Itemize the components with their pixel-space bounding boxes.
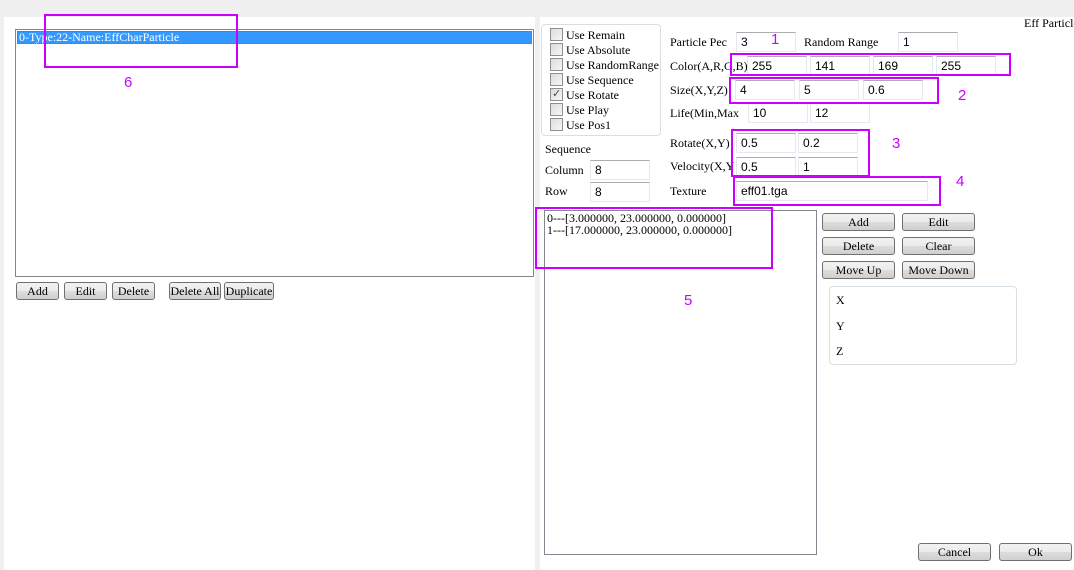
checkbox-box[interactable] [550, 73, 563, 86]
rotate-y-input[interactable]: 0.2 [798, 133, 858, 153]
effect-list-panel: 0-Type:22-Name:EffCharParticle Add Edit … [4, 17, 535, 570]
x-axis-label: X [836, 293, 845, 307]
texture-label: Texture [670, 184, 707, 198]
move-down-button[interactable]: Move Down [902, 261, 975, 279]
edit-effect-button[interactable]: Edit [64, 282, 107, 300]
velocity-x-input[interactable]: 0.5 [736, 157, 796, 177]
life-label: Life(Min,Max [670, 106, 739, 120]
color-g-input[interactable]: 169 [873, 56, 933, 76]
size-x-input[interactable]: 4 [735, 80, 795, 100]
rotate-x-input[interactable]: 0.5 [736, 133, 796, 153]
checkbox-box[interactable] [550, 28, 563, 41]
xyz-group: X Y Z [829, 286, 1017, 365]
checkbox-box[interactable] [550, 58, 563, 71]
random-range-label: Random Range [804, 35, 879, 49]
ok-button[interactable]: Ok [999, 543, 1072, 561]
checkbox-label: Use Remain [566, 28, 625, 42]
use-randomrange-checkbox[interactable]: Use RandomRange [550, 58, 659, 73]
delete-position-button[interactable]: Delete [822, 237, 895, 255]
velocity-label: Velocity(X,Y [670, 159, 735, 173]
add-position-button[interactable]: Add [822, 213, 895, 231]
row-label: Row [545, 184, 568, 198]
window-title: Eff Particle [1024, 16, 1074, 30]
effect-listbox[interactable]: 0-Type:22-Name:EffCharParticle [15, 29, 534, 277]
use-absolute-checkbox[interactable]: Use Absolute [550, 43, 630, 58]
checkbox-box[interactable] [550, 43, 563, 56]
checkbox-label: Use Play [566, 103, 609, 117]
cancel-button[interactable]: Cancel [918, 543, 991, 561]
use-pos1-checkbox[interactable]: Use Pos1 [550, 118, 611, 133]
position-list-item[interactable]: 1---[17.000000, 23.000000, 0.000000] [547, 224, 814, 236]
checkbox-label: Use RandomRange [566, 58, 659, 72]
checkbox-box[interactable] [550, 118, 563, 131]
use-play-checkbox[interactable]: Use Play [550, 103, 609, 118]
duplicate-button[interactable]: Duplicate [224, 282, 274, 300]
column-label: Column [545, 163, 584, 177]
options-group: Use Remain Use Absolute Use RandomRange … [541, 24, 661, 136]
y-axis-label: Y [836, 319, 845, 333]
random-range-input[interactable]: 1 [898, 32, 958, 52]
color-b-input[interactable]: 255 [936, 56, 996, 76]
color-label: Color(A,R,G,B) [670, 59, 748, 73]
size-label: Size(X,Y,Z) [670, 83, 728, 97]
edit-position-button[interactable]: Edit [902, 213, 975, 231]
checkbox-label: Use Absolute [566, 43, 631, 57]
texture-input[interactable]: eff01.tga [736, 181, 928, 201]
use-rotate-checkbox[interactable]: Use Rotate [550, 87, 619, 103]
delete-all-button[interactable]: Delete All [169, 282, 221, 300]
checkbox-label: Use Sequence [566, 73, 634, 87]
rotate-label: Rotate(X,Y) [670, 136, 730, 150]
color-r-input[interactable]: 141 [810, 56, 870, 76]
row-input[interactable]: 8 [590, 182, 650, 202]
move-up-button[interactable]: Move Up [822, 261, 895, 279]
velocity-y-input[interactable]: 1 [798, 157, 858, 177]
checkbox-label: Use Pos1 [566, 118, 612, 132]
column-input[interactable]: 8 [590, 160, 650, 180]
life-min-input[interactable]: 10 [748, 103, 808, 123]
particle-properties-panel: Eff Particle Use Remain Use Absolute Use… [540, 16, 1074, 570]
checkbox-box[interactable] [550, 103, 563, 116]
add-effect-button[interactable]: Add [16, 282, 59, 300]
delete-effect-button[interactable]: Delete [112, 282, 155, 300]
checkbox-box-checked[interactable] [550, 87, 563, 101]
effect-list-item[interactable]: 0-Type:22-Name:EffCharParticle [17, 31, 532, 44]
use-sequence-checkbox[interactable]: Use Sequence [550, 73, 634, 88]
clear-positions-button[interactable]: Clear [902, 237, 975, 255]
particle-pec-input[interactable]: 3 [736, 32, 796, 52]
z-axis-label: Z [836, 344, 844, 358]
size-z-input[interactable]: 0.6 [863, 80, 923, 100]
use-remain-checkbox[interactable]: Use Remain [550, 28, 625, 43]
sequence-label: Sequence [545, 142, 591, 156]
size-y-input[interactable]: 5 [799, 80, 859, 100]
color-a-input[interactable]: 255 [747, 56, 807, 76]
position-listbox[interactable]: 0---[3.000000, 23.000000, 0.000000] 1---… [544, 210, 817, 555]
particle-pec-label: Particle Pec [670, 35, 727, 49]
checkbox-label: Use Rotate [566, 88, 619, 102]
life-max-input[interactable]: 12 [810, 103, 870, 123]
